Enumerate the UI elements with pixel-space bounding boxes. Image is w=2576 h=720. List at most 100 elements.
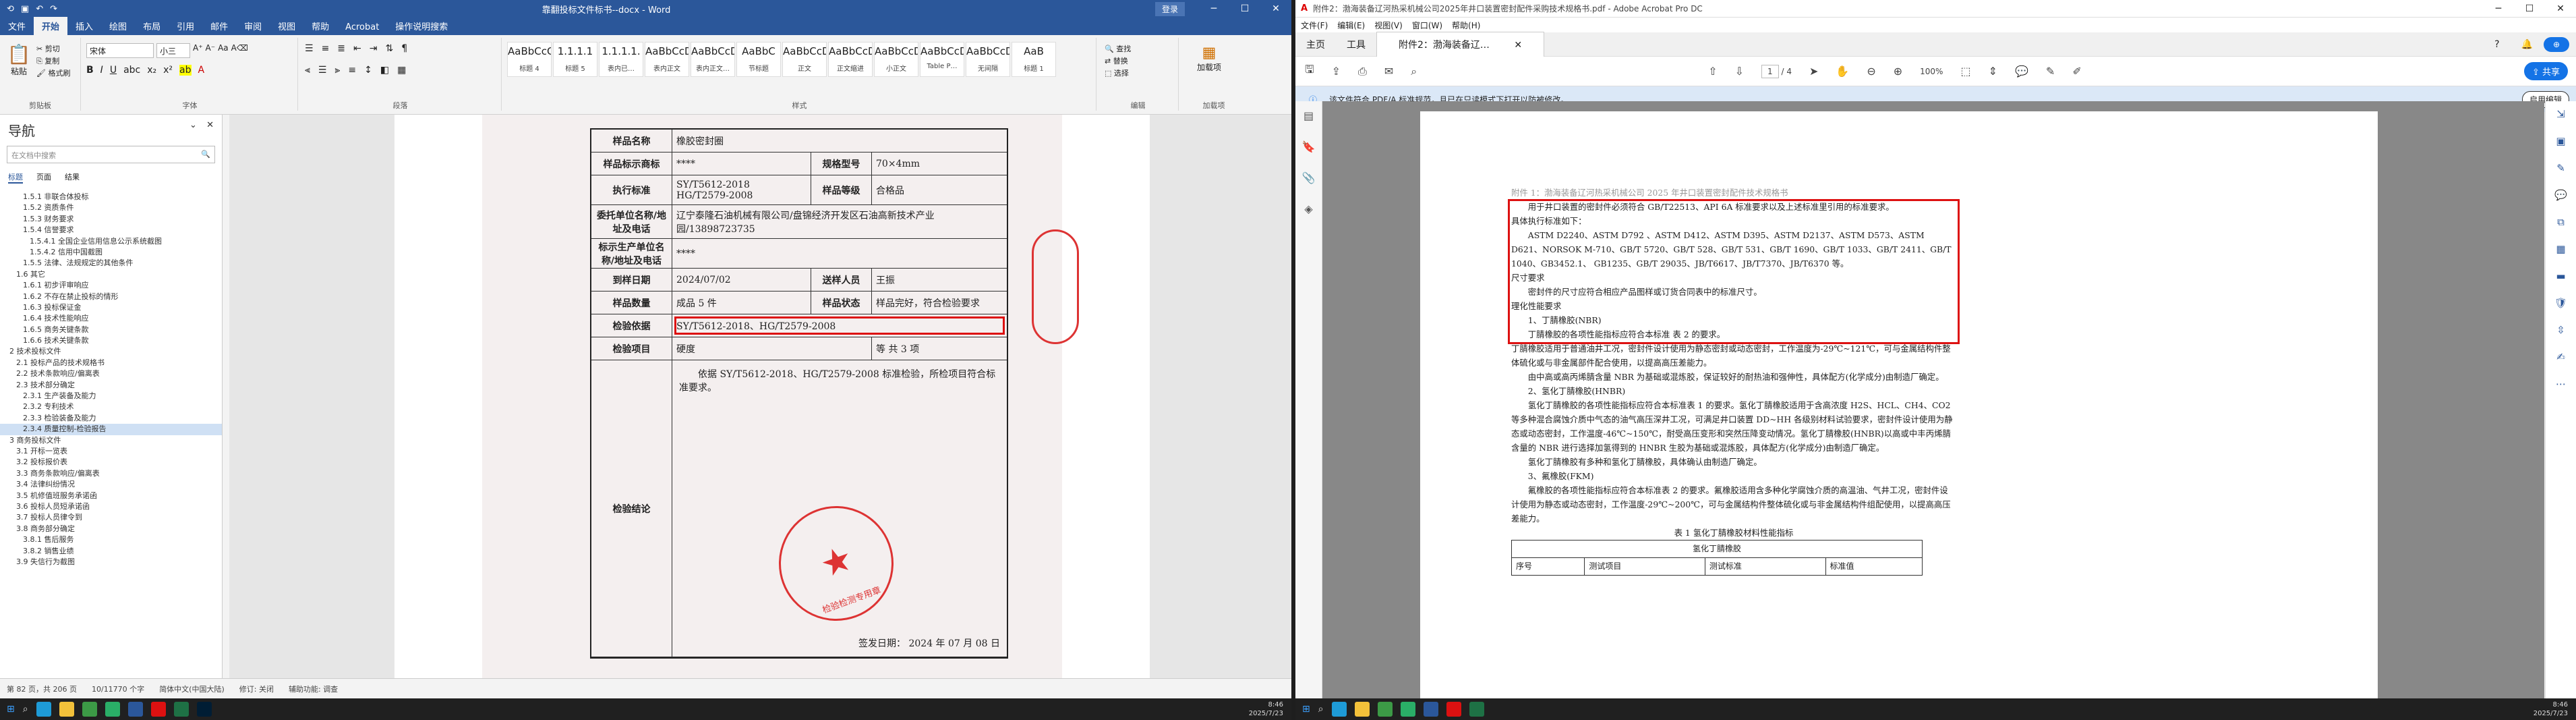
upload-icon[interactable]: ⇪ [1332, 65, 1341, 78]
login-button[interactable]: 登录 [1154, 1, 1185, 16]
nav-heading-item[interactable]: 1.5.4.1 全国企业信用信息公示系统截图 [0, 236, 222, 247]
nav-tab-pages[interactable]: 页面 [36, 171, 51, 184]
align-right-icon[interactable]: ⫸ [334, 65, 340, 76]
draw-icon[interactable]: ✐ [2072, 65, 2081, 78]
tab-references[interactable]: 引用 [169, 17, 202, 35]
highlight-icon[interactable]: ✎ [2046, 65, 2055, 78]
nav-heading-item[interactable]: 2.3.2 专利技术 [0, 401, 222, 412]
borders-icon[interactable]: ▦ [397, 65, 406, 76]
nav-heading-item[interactable]: 1.5.4 信誉要求 [0, 225, 222, 236]
taskbar-clock-2[interactable]: 8:46 2025/7/23 [2534, 700, 2576, 718]
chrome-icon[interactable] [82, 702, 97, 717]
show-marks-icon[interactable]: ¶ [401, 43, 407, 54]
acro-minimize-icon[interactable]: ─ [2483, 3, 2514, 14]
edge-icon-2[interactable] [1331, 702, 1347, 717]
menu-window[interactable]: 窗口(W) [1412, 20, 1442, 31]
wechat-icon[interactable] [105, 702, 120, 717]
organize-pages-icon[interactable]: ▦ [2546, 236, 2576, 263]
tab-tools[interactable]: 工具 [1336, 32, 1376, 57]
close-icon[interactable]: ✕ [1260, 3, 1291, 14]
nav-heading-item[interactable]: 3.6 投标人员短承诺函 [0, 501, 222, 512]
tab-draw[interactable]: 绘图 [101, 17, 135, 35]
cut-button[interactable]: ✂ 剪切 [36, 43, 70, 54]
font-size-select[interactable]: 小三 [156, 43, 190, 58]
grow-font-icon[interactable]: A⁺ [193, 43, 203, 58]
sort-icon[interactable]: ⇅ [386, 43, 394, 54]
export-pdf-icon[interactable]: ⇲ [2546, 101, 2576, 128]
comment-tool-icon[interactable]: 💬 [2546, 182, 2576, 209]
menu-edit[interactable]: 编辑(E) [1337, 20, 1365, 31]
tab-document[interactable]: 附件2：渤海装备辽… ✕ [1376, 32, 1545, 57]
fit-page-icon[interactable]: ⬚ [1960, 65, 1970, 78]
select-tool-icon[interactable]: ➤ [1809, 65, 1818, 78]
decrease-indent-icon[interactable]: ⇤ [353, 43, 361, 54]
tell-me-search[interactable]: 操作说明搜索 [387, 17, 456, 35]
scroll-mode-icon[interactable]: ⇕ [1989, 65, 1997, 78]
page-count[interactable]: 第 82 页，共 206 页 [7, 684, 77, 694]
sign-in-button[interactable]: ⊕ [2543, 36, 2569, 52]
search-icon[interactable]: 🔍 [201, 150, 210, 159]
nav-heading-item[interactable]: 3 商务投标文件 [0, 435, 222, 446]
nav-heading-item[interactable]: 1.6.5 商务关键条款 [0, 325, 222, 335]
nav-heading-item[interactable]: 3.7 投标人员律令到 [0, 512, 222, 523]
addin-button[interactable]: ▦ 加载项 [1197, 45, 1221, 73]
style-item[interactable]: AaBbCcDd 表内正文 [645, 42, 689, 77]
photoshop-icon[interactable] [196, 702, 212, 717]
style-item[interactable]: AaBbC 节标题 [736, 42, 781, 77]
highlight-icon[interactable]: ab [179, 65, 192, 76]
change-case-icon[interactable]: Aa [218, 43, 229, 58]
edit-pdf-icon[interactable]: ✎ [2546, 155, 2576, 182]
bullets-icon[interactable]: ☰ [305, 43, 314, 54]
nav-tab-headings[interactable]: 标题 [8, 171, 23, 184]
nav-heading-item[interactable]: 1.5.1 非联合体投标 [0, 192, 222, 202]
word-count[interactable]: 10/11770 个字 [92, 684, 144, 694]
nav-heading-item[interactable]: 2.2 技术条款响应/偏离表 [0, 368, 222, 379]
multilevel-icon[interactable]: ≣ [337, 43, 345, 54]
superscript-icon[interactable]: x² [163, 65, 173, 76]
nav-heading-item[interactable]: 2.1 投标产品的技术规格书 [0, 358, 222, 368]
nav-heading-item[interactable]: 1.6.2 不存在禁止投标的情形 [0, 292, 222, 302]
tab-mailings[interactable]: 邮件 [202, 17, 236, 35]
nav-heading-item[interactable]: 3.4 法律纠纷情况 [0, 479, 222, 490]
print-icon[interactable]: ⎙ [1358, 65, 1367, 78]
shading-icon[interactable]: ◧ [380, 65, 389, 76]
redo-icon[interactable]: ↷ [50, 4, 57, 14]
nav-heading-item[interactable]: 1.5.4.2 信用中国截图 [0, 247, 222, 258]
wechat-icon-2[interactable] [1400, 702, 1415, 717]
format-painter-button[interactable]: 🖌 格式刷 [36, 67, 70, 78]
acro-maximize-icon[interactable]: ☐ [2514, 3, 2545, 14]
page-number-input[interactable]: 1 / 4 [1761, 64, 1792, 78]
email-icon[interactable]: ✉ [1384, 65, 1393, 78]
search-icon[interactable]: ⌕ [1411, 65, 1417, 78]
word-taskbar-icon[interactable] [127, 702, 143, 717]
nav-heading-item[interactable]: 3.8 商务部分确定 [0, 524, 222, 534]
zoom-in-icon[interactable]: ⊕ [1894, 65, 1902, 78]
style-item[interactable]: AaBbCcDd 表内正文… [691, 42, 735, 77]
maximize-icon[interactable]: ☐ [1229, 3, 1260, 14]
nav-heading-item[interactable]: 1.6 其它 [0, 269, 222, 280]
nav-tab-results[interactable]: 结果 [65, 171, 80, 184]
nav-heading-item[interactable]: 1.6.1 初步评审响应 [0, 280, 222, 291]
underline-icon[interactable]: U [110, 65, 117, 76]
italic-icon[interactable]: I [100, 65, 103, 76]
font-color-icon[interactable]: A [198, 65, 205, 76]
nav-heading-item[interactable]: 2.3.3 检验装备及能力 [0, 413, 222, 424]
style-item[interactable]: AaBbCcDd Table P… [920, 42, 964, 77]
menu-view[interactable]: 视图(V) [1374, 20, 1403, 31]
line-spacing-icon[interactable]: ↕ [364, 65, 372, 76]
paste-button[interactable]: 📋 粘贴 [5, 43, 32, 77]
shrink-font-icon[interactable]: A⁻ [206, 43, 216, 58]
style-item[interactable]: AaBbCcDd 小正文 [874, 42, 918, 77]
tab-help[interactable]: 帮助 [303, 17, 337, 35]
save-icon[interactable]: 🖫 [1305, 62, 1314, 80]
accessibility[interactable]: 辅助功能: 调查 [289, 684, 338, 694]
nav-heading-item[interactable]: 1.6.4 技术性能响应 [0, 313, 222, 324]
undo-icon[interactable]: ↶ [36, 4, 43, 14]
start-icon[interactable]: ⊞ [7, 704, 15, 715]
nav-close-icon[interactable]: ✕ [206, 120, 214, 130]
redact-icon[interactable]: ▬ [2546, 263, 2576, 290]
style-item[interactable]: AaBbCcDd 正文缩进 [828, 42, 873, 77]
tab-insert[interactable]: 插入 [67, 17, 101, 35]
layers-icon[interactable]: ◈ [1295, 194, 1322, 225]
create-pdf-icon[interactable]: ▣ [2546, 128, 2576, 155]
